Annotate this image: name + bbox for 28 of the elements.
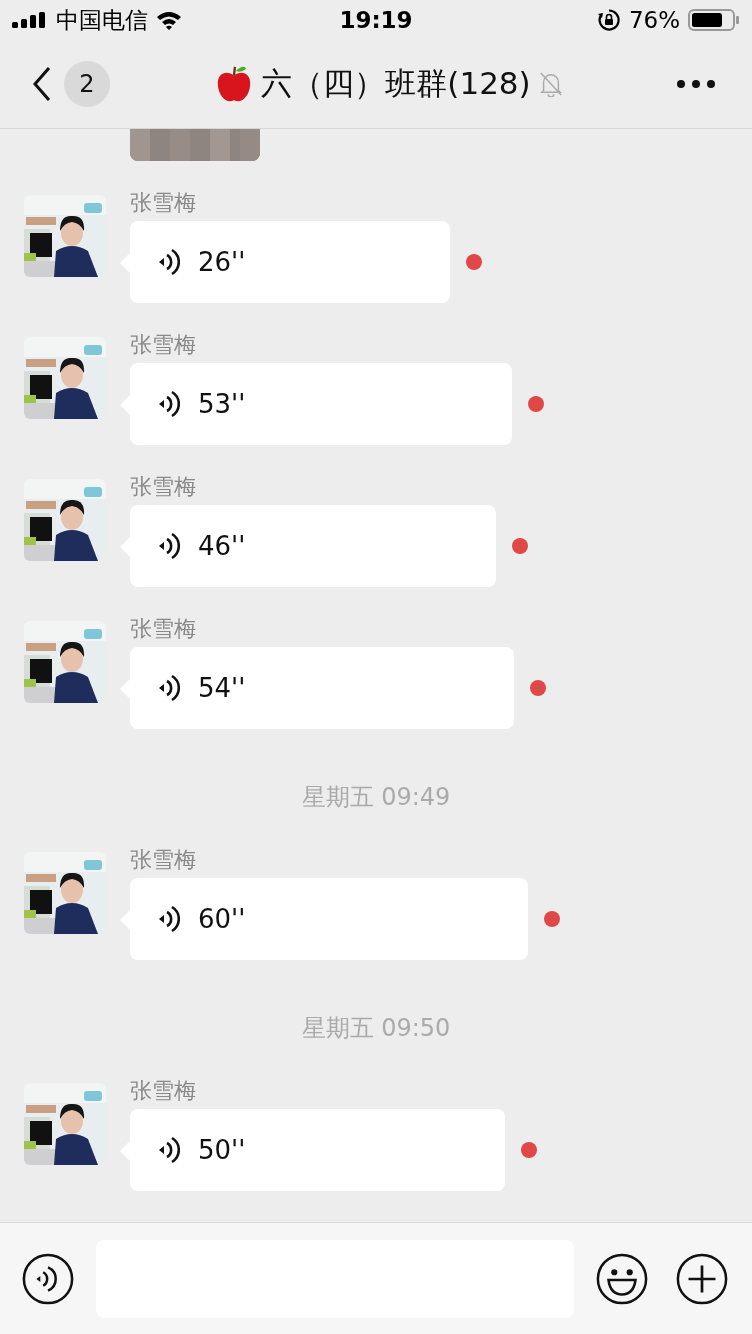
sender-name: 张雪梅 — [130, 189, 197, 217]
voice-icon — [158, 530, 180, 562]
wifi-icon — [156, 10, 182, 30]
battery-icon — [688, 9, 740, 31]
plus-icon[interactable] — [675, 1251, 729, 1306]
timestamp: 星期五 09:50 — [301, 1014, 451, 1042]
voice-input-icon[interactable] — [21, 1251, 75, 1306]
timestamp: 星期五 09:49 — [301, 783, 451, 811]
sender-name: 张雪梅 — [130, 1077, 197, 1105]
sender-name: 张雪梅 — [130, 331, 197, 359]
group-title: 六（四）班群(128) — [261, 64, 531, 103]
voice-icon — [158, 1134, 180, 1166]
voice-icon — [158, 246, 180, 278]
emoji-icon[interactable] — [595, 1251, 649, 1306]
rotation-lock-icon — [596, 8, 621, 32]
battery-percent: 76% — [628, 7, 680, 33]
voice-icon — [158, 903, 180, 935]
sender-name: 张雪梅 — [130, 473, 197, 501]
more-icon[interactable] — [676, 79, 716, 89]
signal-icon — [12, 12, 48, 28]
voice-icon — [158, 672, 180, 704]
carrier-name: 中国电信 — [56, 5, 148, 35]
voice-icon — [158, 388, 180, 420]
sender-name: 张雪梅 — [130, 846, 197, 874]
status-time: 19:19 — [339, 7, 413, 33]
sender-name: 张雪梅 — [130, 615, 197, 643]
back-icon[interactable] — [32, 66, 52, 102]
unread-count-badge: 2 — [64, 61, 110, 107]
